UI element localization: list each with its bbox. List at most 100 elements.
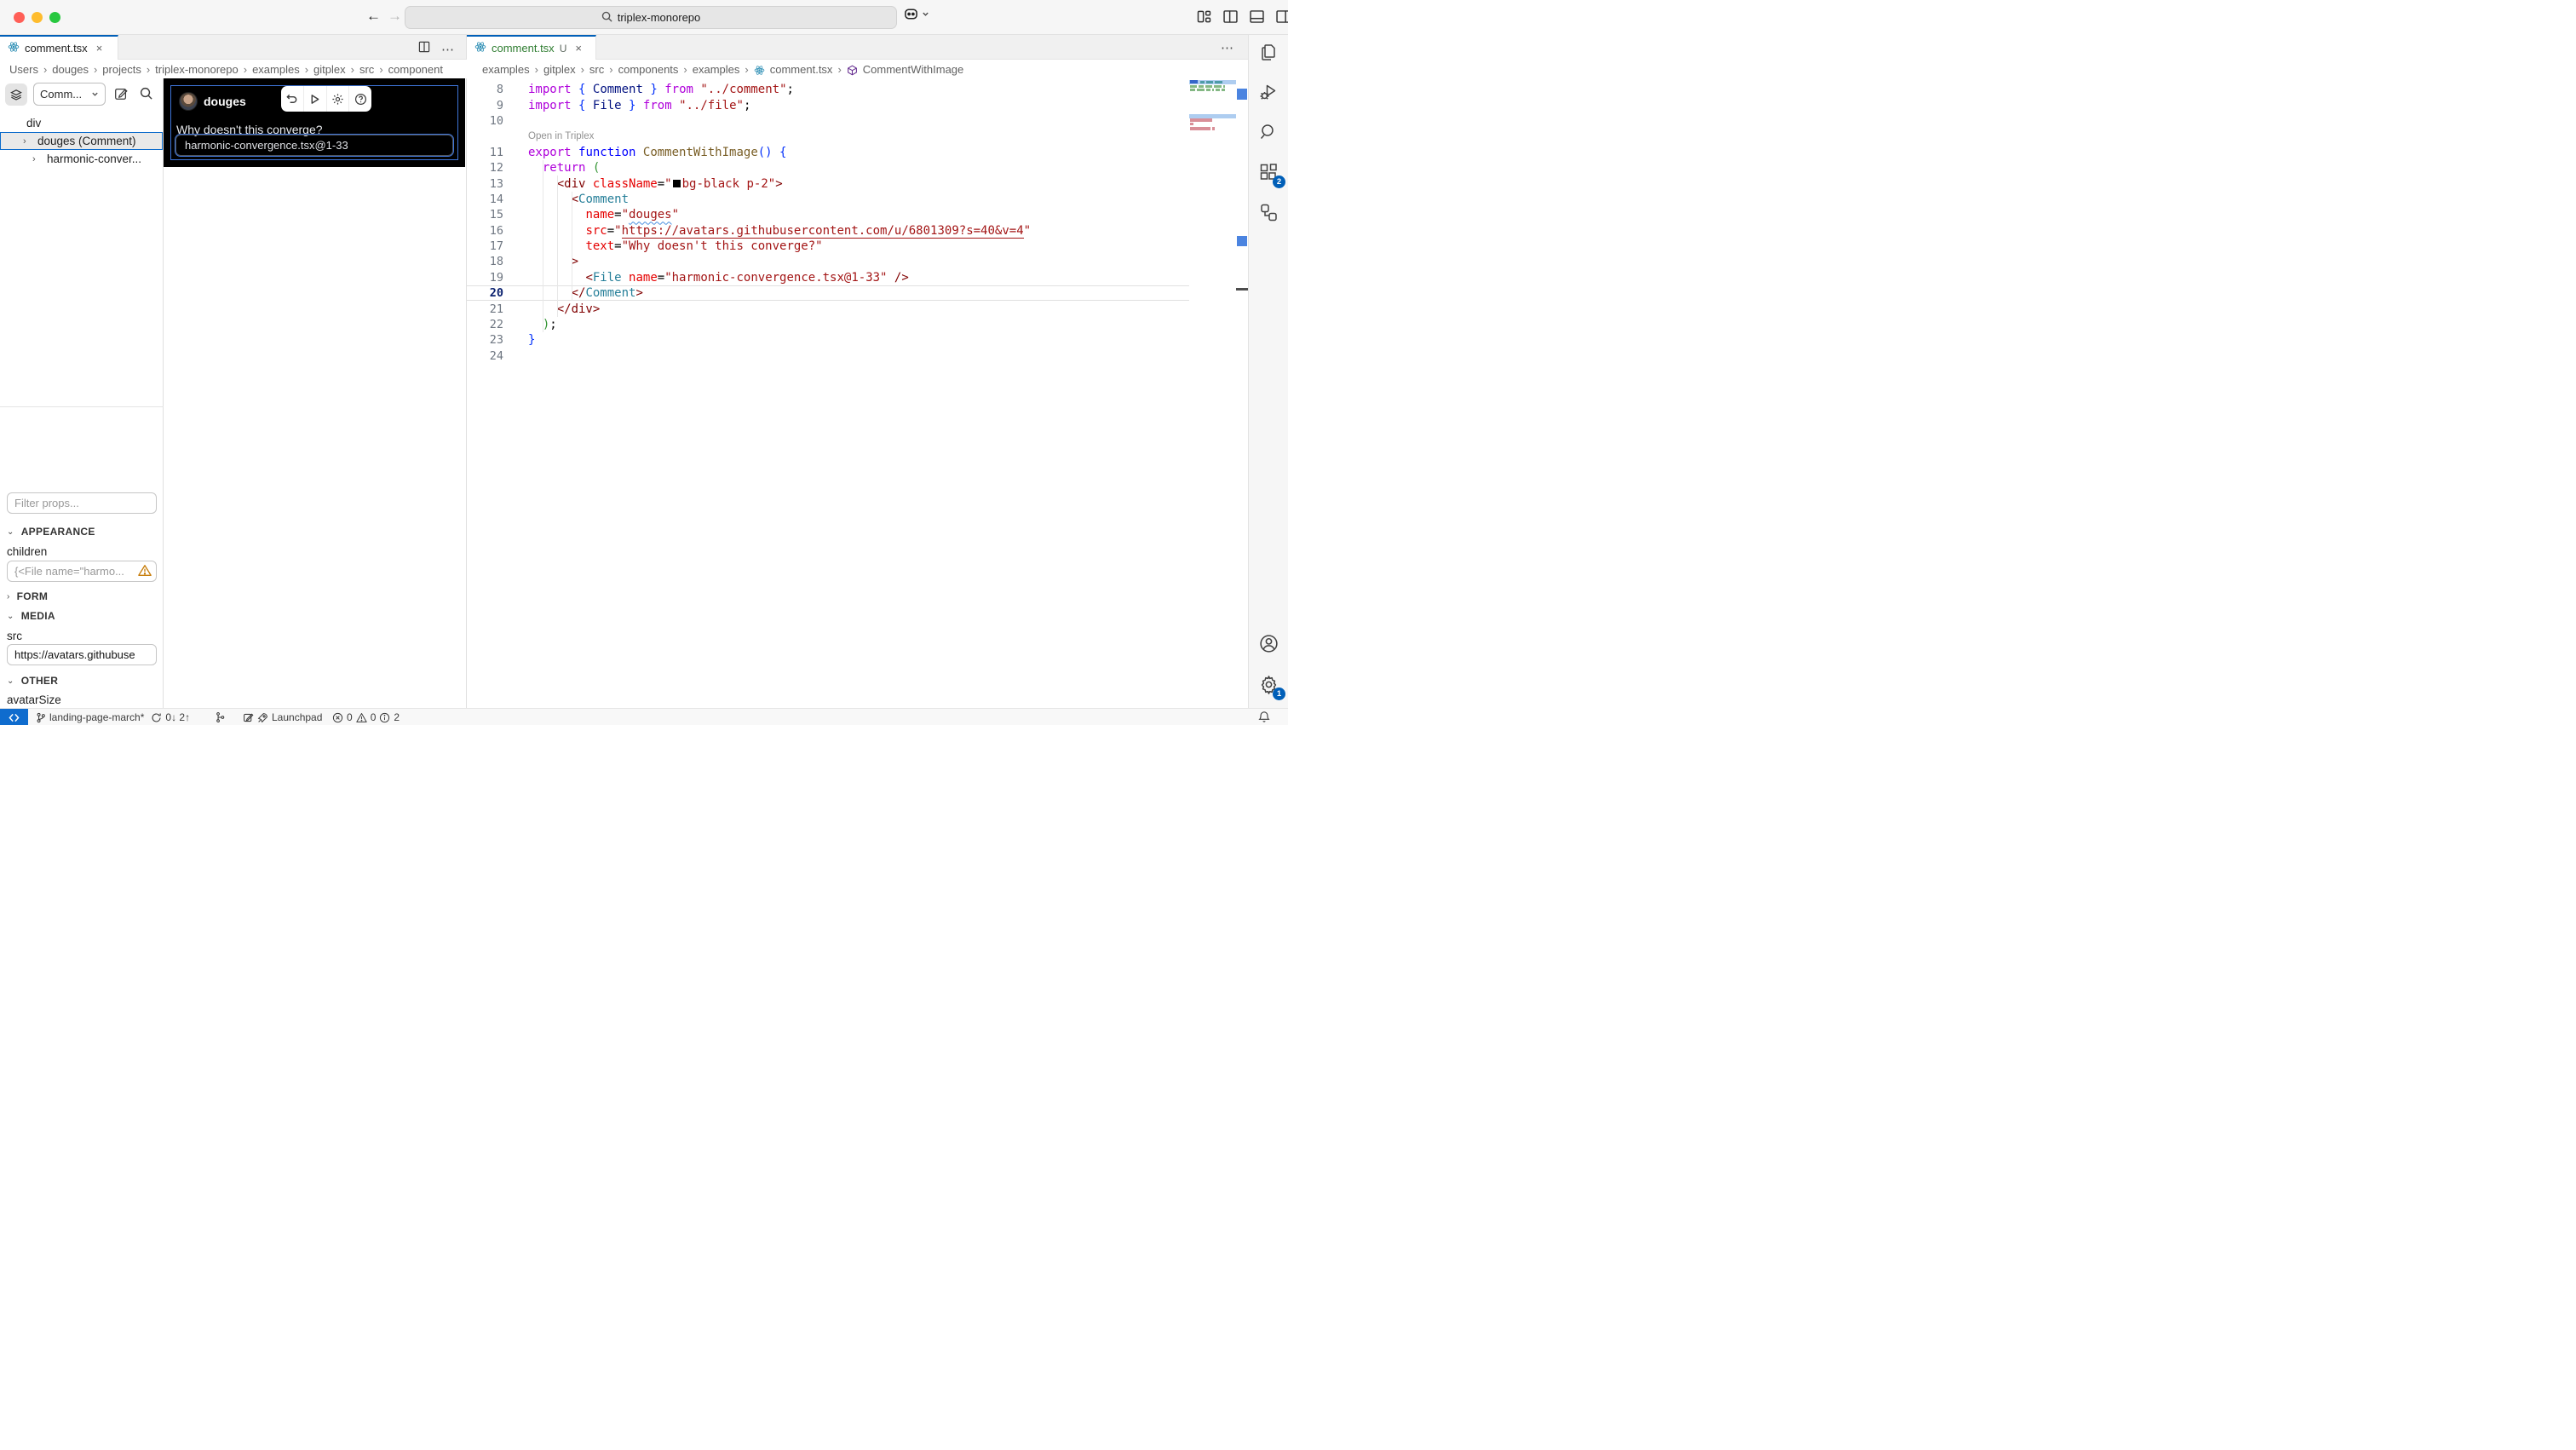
zoom-window-button[interactable] xyxy=(49,12,60,23)
breadcrumb-item[interactable]: projects xyxy=(102,63,141,76)
section-appearance[interactable]: ⌄ APPEARANCE xyxy=(7,526,95,538)
code-line[interactable]: 21 </div> xyxy=(467,301,1189,316)
minimap[interactable] xyxy=(1189,78,1236,708)
src-input[interactable] xyxy=(7,644,157,665)
split-editor-icon[interactable] xyxy=(417,40,431,58)
customize-layout-icon[interactable] xyxy=(1195,8,1213,26)
copilot-menu[interactable] xyxy=(903,7,929,21)
breadcrumb-item[interactable]: examples xyxy=(482,63,530,76)
close-tab-icon[interactable]: × xyxy=(575,42,582,55)
code-token: = xyxy=(657,270,665,285)
code-editor[interactable]: 8 import { Comment } from "../comment"; 9 i… xyxy=(466,78,1249,708)
tab-comment-tsx-editor[interactable]: comment.tsx U × xyxy=(467,35,596,60)
file-chip[interactable]: harmonic-convergence.tsx@1-33 xyxy=(175,134,454,157)
breadcrumb-item[interactable]: douges xyxy=(52,63,89,76)
run-debug-icon[interactable] xyxy=(1258,82,1280,104)
code-line[interactable]: 11 export function CommentWithImage() { xyxy=(467,145,1189,160)
breadcrumb-item[interactable]: examples xyxy=(693,63,740,76)
breadcrumb-item[interactable]: Users xyxy=(9,63,38,76)
hierarchy-icon[interactable] xyxy=(1258,202,1280,224)
ruler-cursor-marker xyxy=(1236,288,1249,291)
children-input[interactable] xyxy=(7,561,157,582)
section-media[interactable]: ⌄ MEDIA xyxy=(7,610,55,622)
extensions-icon[interactable]: 2 xyxy=(1258,162,1285,188)
code-line[interactable]: 14 <Comment xyxy=(467,192,1189,207)
layers-button[interactable] xyxy=(5,83,27,106)
code-line[interactable]: 16 src="https://avatars.githubuserconten… xyxy=(467,223,1189,239)
code-line[interactable]: 13 <div className=" bg-black p-2"> xyxy=(467,175,1189,191)
code-line[interactable]: 17 text="Why doesn't this converge?" xyxy=(467,239,1189,254)
launchpad-status-item[interactable]: Launchpad xyxy=(243,709,322,725)
notifications-bell-icon[interactable] xyxy=(1258,711,1270,725)
code-token: File xyxy=(592,270,622,285)
code-line[interactable]: 23} xyxy=(467,332,1189,348)
branch-status-item[interactable]: landing-page-march* 0↓ 2↑ xyxy=(36,709,190,725)
chevron-right-icon[interactable]: › xyxy=(23,136,26,147)
code-token: " xyxy=(664,176,672,191)
section-form[interactable]: › FORM xyxy=(7,590,48,602)
code-line[interactable]: 24 xyxy=(467,348,1189,364)
breadcrumb-item[interactable]: examples xyxy=(252,63,300,76)
search-icon[interactable] xyxy=(139,86,153,105)
section-other[interactable]: ⌄ OTHER xyxy=(7,675,58,687)
code-line[interactable]: 20 </Comment> xyxy=(467,285,1189,302)
git-graph-status-item[interactable] xyxy=(215,709,226,725)
close-window-button[interactable] xyxy=(14,12,25,23)
minimap-chip xyxy=(1212,89,1214,91)
filter-props-input[interactable] xyxy=(7,492,157,514)
search-icon[interactable] xyxy=(1258,122,1280,144)
toggle-secondary-sidebar-icon[interactable] xyxy=(1274,8,1288,26)
code-line[interactable]: 9 import { File } from "../file"; xyxy=(467,97,1189,112)
code-line[interactable]: 22 ); xyxy=(467,317,1189,332)
problems-status-item[interactable]: 0 0 2 xyxy=(332,709,400,725)
settings-gear-icon[interactable] xyxy=(327,86,350,112)
toggle-panel-icon[interactable] xyxy=(1248,8,1266,26)
breadcrumb-file[interactable]: comment.tsx xyxy=(770,63,833,76)
help-icon[interactable] xyxy=(349,86,371,112)
minimize-window-button[interactable] xyxy=(32,12,43,23)
command-center-search[interactable]: triplex-monorepo xyxy=(405,6,897,29)
account-icon[interactable] xyxy=(1258,633,1280,655)
tab-comment-tsx-left[interactable]: comment.tsx × xyxy=(0,35,118,60)
code-line[interactable]: 12 return ( xyxy=(467,160,1189,175)
reset-icon[interactable] xyxy=(281,86,304,112)
remote-indicator[interactable] xyxy=(0,709,28,725)
tree-item-harmonic-convergence[interactable]: › harmonic-conver... xyxy=(0,150,163,168)
breadcrumb-item[interactable]: src xyxy=(359,63,374,76)
code-token: CommentWithImage xyxy=(642,145,758,159)
codelens-row[interactable]: Open in Triplex xyxy=(467,129,1189,144)
breadcrumb-item[interactable]: gitplex xyxy=(313,63,346,76)
code-line[interactable]: 18 > xyxy=(467,254,1189,269)
explorer-icon[interactable] xyxy=(1258,42,1280,64)
breadcrumb-symbol[interactable]: CommentWithImage xyxy=(863,63,963,76)
settings-gear-icon[interactable]: 1 xyxy=(1258,674,1285,700)
more-actions-icon[interactable]: ⋯ xyxy=(1221,40,1234,55)
breadcrumb-item[interactable]: triplex-monorepo xyxy=(155,63,239,76)
tree-item-div[interactable]: div xyxy=(0,114,163,132)
left-tab-actions: ⋯ xyxy=(417,40,455,58)
code-line[interactable]: 15 name="douges" xyxy=(467,207,1189,222)
minimap-chip xyxy=(1215,81,1222,83)
code-token: Comment xyxy=(578,192,630,206)
close-tab-icon[interactable]: × xyxy=(96,42,103,55)
more-actions-icon[interactable]: ⋯ xyxy=(441,42,455,57)
breadcrumb-item[interactable]: gitplex xyxy=(543,63,576,76)
toggle-primary-sidebar-icon[interactable] xyxy=(1222,8,1239,26)
breadcrumb-item[interactable]: src xyxy=(589,63,604,76)
code-token: text xyxy=(585,239,615,254)
edit-component-icon[interactable] xyxy=(113,86,129,106)
search-icon xyxy=(601,11,612,25)
code-line[interactable]: 19 <File name="harmonic-convergence.tsx@… xyxy=(467,270,1189,285)
code-line[interactable]: 8 import { Comment } from "../comment"; xyxy=(467,82,1189,97)
play-icon[interactable] xyxy=(304,86,327,112)
component-select[interactable]: Comm... xyxy=(33,83,106,106)
forward-button[interactable]: → xyxy=(388,8,402,25)
tree-item-douges-comment[interactable]: › douges (Comment) xyxy=(0,132,163,150)
back-button[interactable]: ← xyxy=(366,8,381,25)
overview-ruler[interactable] xyxy=(1236,78,1249,708)
code-line[interactable]: 10 xyxy=(467,113,1189,129)
breadcrumb-item[interactable]: components xyxy=(618,63,679,76)
chevron-right-icon[interactable]: › xyxy=(32,154,36,164)
breadcrumb-item[interactable]: component xyxy=(388,63,443,76)
line-content: > xyxy=(503,255,578,268)
